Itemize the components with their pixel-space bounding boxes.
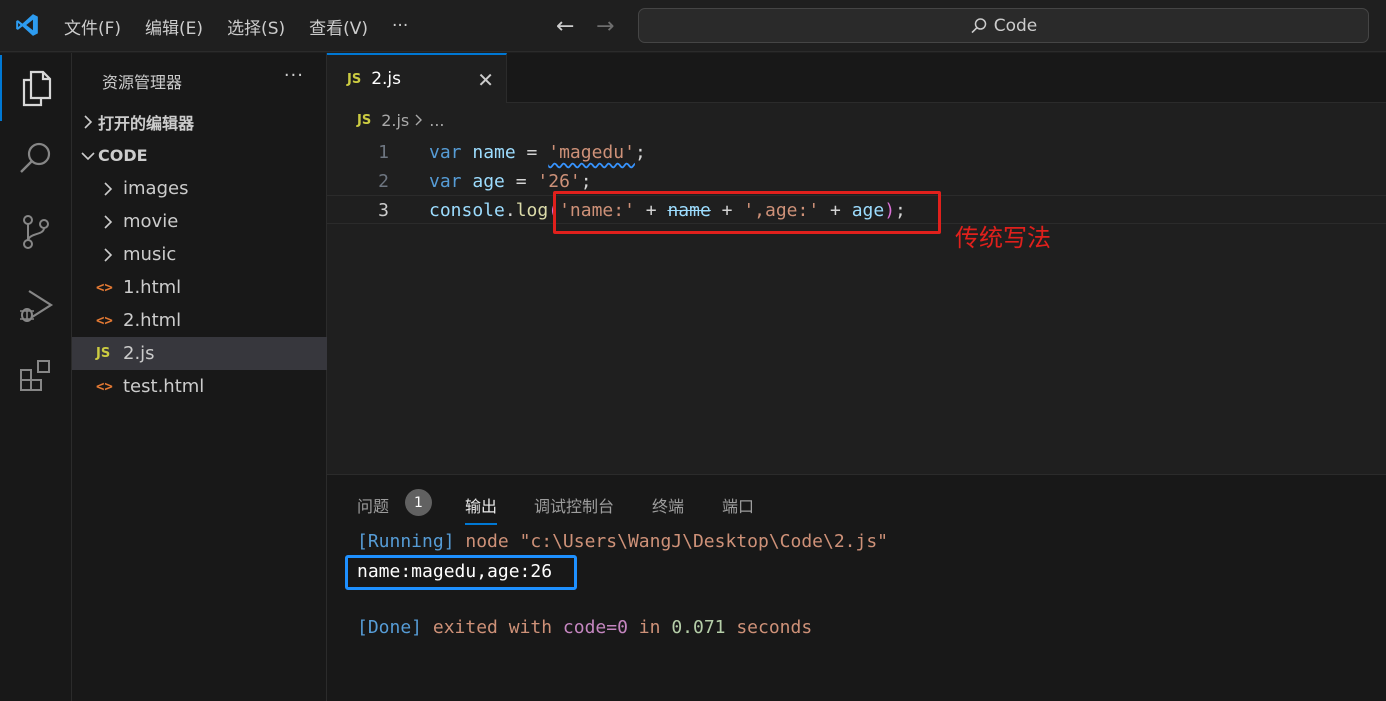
- run-debug-activity[interactable]: [0, 273, 72, 339]
- breadcrumb-file[interactable]: 2.js: [381, 111, 409, 130]
- tree-item-test-html[interactable]: <> test.html: [72, 370, 327, 403]
- output-done-line: [Done] exited with code=0 in 0.071 secon…: [357, 617, 813, 638]
- html-file-icon: <>: [96, 279, 113, 296]
- folder-label: CODE: [98, 146, 148, 165]
- tree-item-2-js[interactable]: JS 2.js: [72, 337, 327, 370]
- tab-debug-console[interactable]: 调试控制台: [534, 493, 614, 517]
- html-file-icon: <>: [96, 378, 113, 395]
- explorer-sidebar: 资源管理器 ··· 打开的编辑器 CODE images movie music…: [72, 53, 327, 701]
- tree-item-label: 2.js: [123, 343, 155, 364]
- tab-problems[interactable]: 问题: [357, 493, 389, 517]
- open-editors-label: 打开的编辑器: [98, 113, 195, 133]
- search-text: Code: [993, 15, 1038, 36]
- files-icon: [22, 70, 52, 107]
- annotation-box-blue: [345, 555, 577, 590]
- menu-selection[interactable]: 选择(S): [215, 14, 297, 39]
- search-icon: [20, 142, 51, 173]
- menu-edit[interactable]: 编辑(E): [133, 14, 215, 39]
- tab-label: 2.js: [371, 69, 402, 89]
- tab-2-js[interactable]: JS 2.js ✕: [327, 53, 507, 103]
- back-arrow-icon[interactable]: ←: [556, 14, 574, 39]
- code-line-text: var age = '26';: [429, 171, 592, 192]
- chevron-right-icon: [415, 111, 423, 130]
- annotation-box-red: [553, 191, 941, 234]
- menu-file[interactable]: 文件(F): [52, 14, 133, 39]
- open-editors-header[interactable]: 打开的编辑器: [72, 105, 327, 138]
- source-control-icon: [23, 215, 49, 249]
- html-file-icon: <>: [96, 312, 113, 329]
- chevron-right-icon: [98, 181, 118, 196]
- extensions-activity[interactable]: [0, 343, 72, 409]
- breadcrumb-tail[interactable]: ...: [429, 111, 444, 130]
- annotation-label: 传统写法: [955, 224, 1051, 252]
- line-number: 1: [378, 142, 389, 163]
- tree-item-images[interactable]: images: [72, 172, 327, 205]
- search-icon: [971, 17, 986, 33]
- js-file-icon: JS: [96, 346, 111, 361]
- tree-item-music[interactable]: music: [72, 238, 327, 271]
- menu-view[interactable]: 查看(V): [297, 14, 380, 39]
- folder-header[interactable]: CODE: [72, 139, 327, 172]
- js-file-icon: JS: [357, 113, 372, 128]
- activity-bar: [0, 53, 72, 701]
- menu-bar: 文件(F) 编辑(E) 选择(S) 查看(V) ···: [52, 0, 420, 52]
- chevron-right-icon: [98, 247, 118, 262]
- command-center-search[interactable]: Code: [638, 8, 1369, 43]
- breadcrumb: JS 2.js ...: [357, 111, 445, 130]
- title-bar: 文件(F) 编辑(E) 选择(S) 查看(V) ··· ← → Code: [0, 0, 1386, 52]
- close-icon[interactable]: ✕: [477, 68, 494, 92]
- search-activity[interactable]: [0, 125, 72, 191]
- chevron-down-icon: [78, 151, 98, 161]
- code-line: 1 var name = 'magedu';: [327, 138, 1386, 167]
- problems-badge: 1: [405, 489, 432, 516]
- line-number: 2: [378, 171, 389, 192]
- vscode-logo-icon[interactable]: [14, 12, 40, 38]
- tree-item-label: movie: [123, 211, 179, 232]
- output-running-line: [Running] node "c:\Users\WangJ\Desktop\C…: [357, 531, 889, 552]
- code-line-text: var name = 'magedu';: [429, 142, 646, 163]
- tab-terminal[interactable]: 终端: [652, 493, 684, 517]
- tree-item-2-html[interactable]: <> 2.html: [72, 304, 327, 337]
- tree-item-label: 2.html: [123, 310, 182, 331]
- tree-item-label: music: [123, 244, 177, 265]
- explorer-activity[interactable]: [0, 55, 72, 121]
- explorer-title: 资源管理器: [102, 73, 183, 92]
- tree-item-label: test.html: [123, 376, 205, 397]
- tree-item-movie[interactable]: movie: [72, 205, 327, 238]
- editor-tabs: JS 2.js ✕: [327, 53, 1386, 103]
- forward-arrow-icon[interactable]: →: [596, 14, 614, 39]
- chevron-right-icon: [78, 114, 98, 129]
- source-control-activity[interactable]: [0, 199, 72, 265]
- tree-item-1-html[interactable]: <> 1.html: [72, 271, 327, 304]
- tree-item-label: 1.html: [123, 277, 182, 298]
- menu-more-icon[interactable]: ···: [380, 16, 420, 36]
- explorer-more-icon[interactable]: ···: [284, 65, 304, 86]
- line-number: 3: [378, 200, 389, 221]
- tab-output[interactable]: 输出: [465, 493, 498, 525]
- tab-ports[interactable]: 端口: [722, 493, 754, 517]
- run-debug-icon: [20, 290, 54, 322]
- extensions-icon: [20, 360, 50, 391]
- js-file-icon: JS: [347, 71, 362, 87]
- tree-item-label: images: [123, 178, 189, 199]
- chevron-right-icon: [98, 214, 118, 229]
